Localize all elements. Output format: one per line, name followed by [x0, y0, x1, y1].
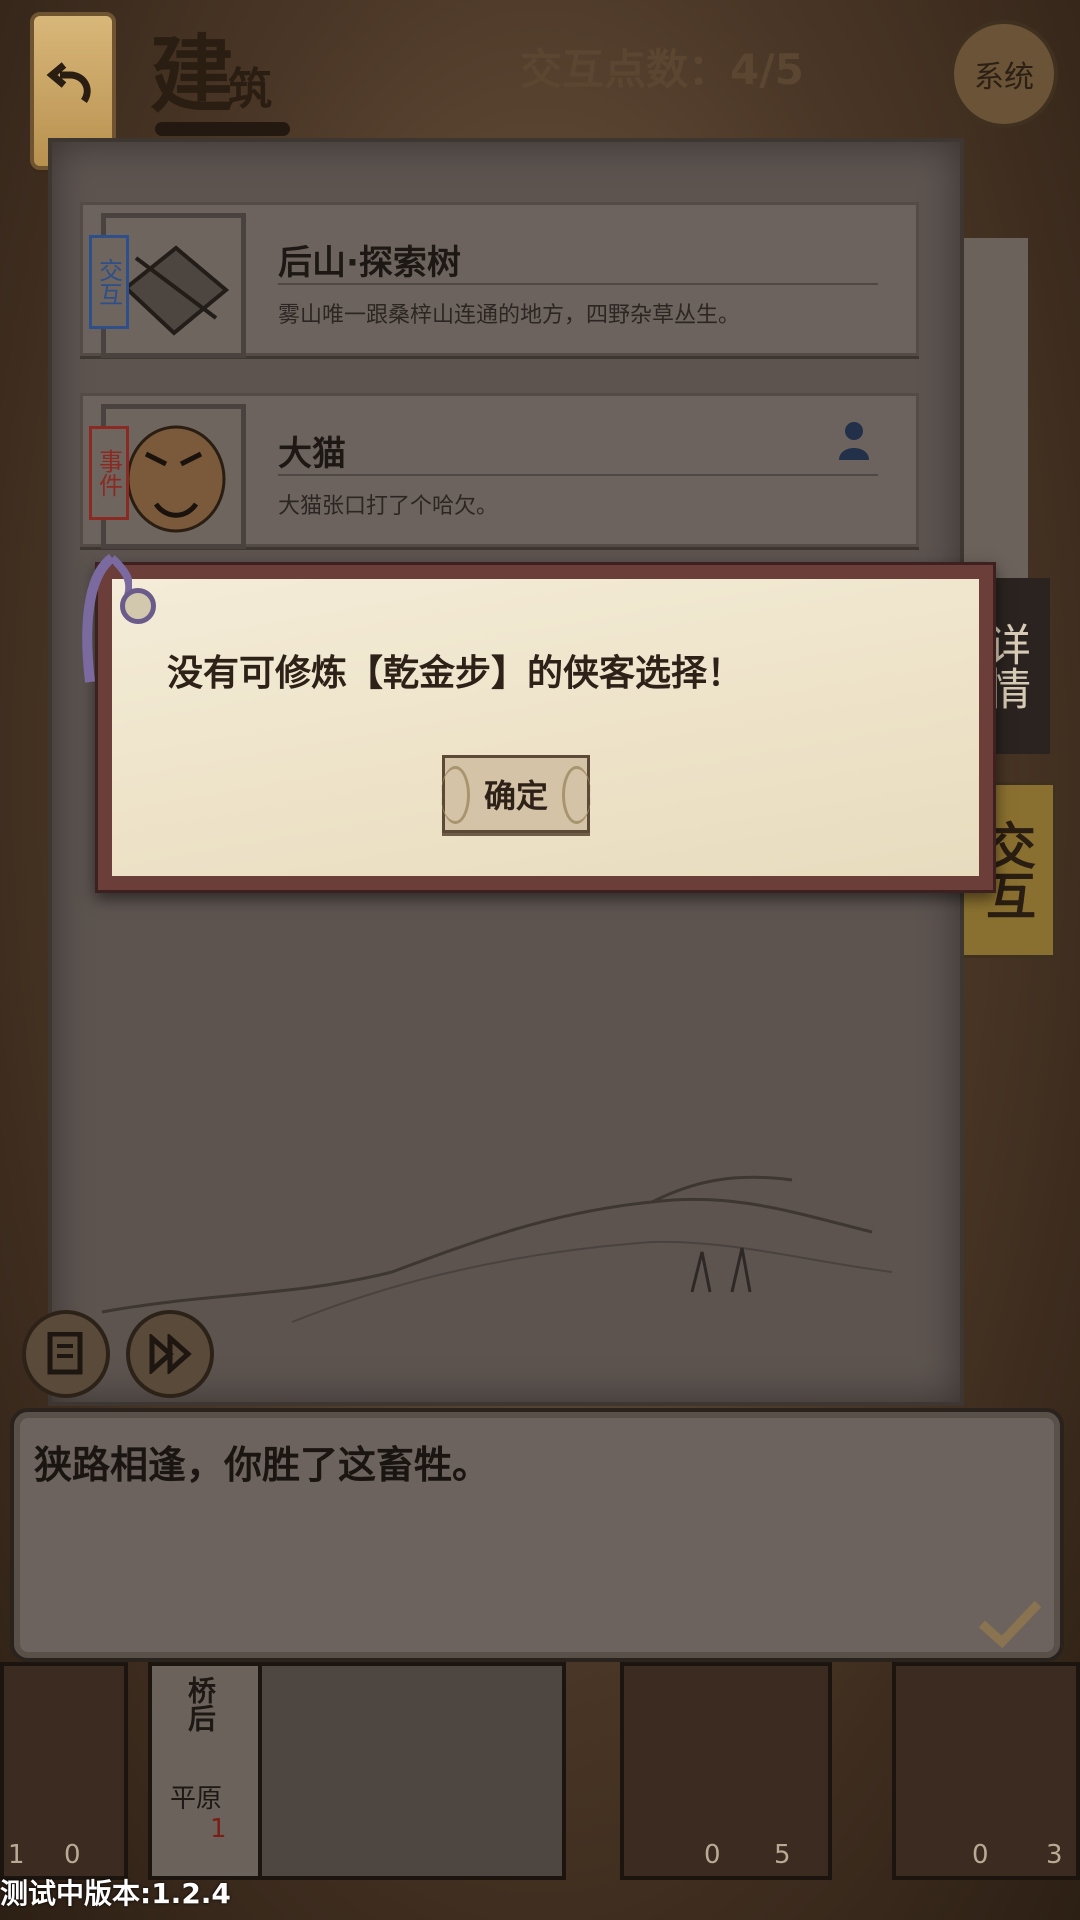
pin-icon [120, 588, 156, 624]
alert-body: 没有可修炼【乾金步】的侠客选择！ 确定 [112, 579, 979, 876]
button-ornament [562, 766, 591, 824]
confirm-label: 确定 [483, 777, 548, 815]
confirm-button[interactable]: 确定 [441, 755, 591, 833]
button-ornament [441, 766, 470, 824]
alert-message: 没有可修炼【乾金步】的侠客选择！ [167, 653, 744, 694]
ribbon-icon [82, 553, 132, 683]
modal-overlay [0, 0, 1080, 1920]
alert-dialog: 没有可修炼【乾金步】的侠客选择！ 确定 [95, 562, 996, 893]
